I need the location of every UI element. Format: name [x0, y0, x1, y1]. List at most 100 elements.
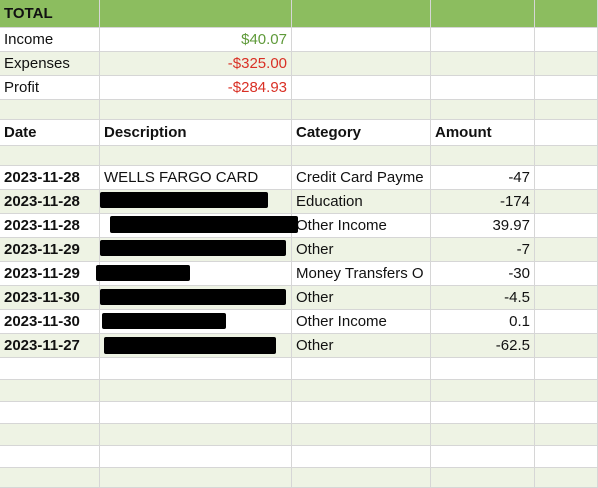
date-cell[interactable]: 2023-11-29 [0, 238, 100, 262]
empty-cell[interactable] [0, 100, 100, 120]
date-cell[interactable]: 2023-11-27 [0, 334, 100, 358]
amount-cell[interactable]: -62.5 [431, 334, 535, 358]
table-row[interactable]: 2023-11-30 Other -4.5 [0, 286, 598, 310]
empty-cell[interactable] [431, 52, 535, 76]
table-row[interactable]: 2023-11-28 Other Income 39.97 [0, 214, 598, 238]
empty-cell[interactable] [431, 380, 535, 402]
empty-cell[interactable] [292, 52, 431, 76]
empty-cell[interactable] [292, 402, 431, 424]
amount-cell[interactable]: -47 [431, 166, 535, 190]
category-cell[interactable]: Other [292, 238, 431, 262]
empty-cell[interactable] [535, 310, 598, 334]
empty-cell[interactable] [292, 76, 431, 100]
empty-cell[interactable] [535, 468, 598, 488]
empty-cell[interactable] [100, 380, 292, 402]
empty-cell[interactable] [292, 380, 431, 402]
empty-cell[interactable] [535, 166, 598, 190]
empty-cell[interactable] [535, 358, 598, 380]
empty-cell[interactable] [100, 402, 292, 424]
empty-cell[interactable] [535, 0, 598, 28]
empty-cell[interactable] [535, 424, 598, 446]
date-column-header[interactable]: Date [0, 120, 100, 146]
amount-cell[interactable]: 39.97 [431, 214, 535, 238]
empty-cell[interactable] [0, 446, 100, 468]
empty-cell[interactable] [431, 146, 535, 166]
date-cell[interactable]: 2023-11-29 [0, 262, 100, 286]
income-row[interactable]: Income $40.07 [0, 28, 598, 52]
empty-cell[interactable] [535, 28, 598, 52]
empty-cell[interactable] [535, 334, 598, 358]
empty-cell[interactable] [535, 286, 598, 310]
empty-cell[interactable] [535, 76, 598, 100]
table-row[interactable]: 2023-11-27 Other -62.5 [0, 334, 598, 358]
amount-cell[interactable]: -174 [431, 190, 535, 214]
empty-row[interactable] [0, 446, 598, 468]
category-cell[interactable]: Credit Card Payme [292, 166, 431, 190]
empty-cell[interactable] [292, 0, 431, 28]
date-cell[interactable]: 2023-11-28 [0, 214, 100, 238]
empty-row[interactable] [0, 468, 598, 488]
empty-cell[interactable] [535, 380, 598, 402]
empty-cell[interactable] [292, 468, 431, 488]
amount-cell[interactable]: -4.5 [431, 286, 535, 310]
category-cell[interactable]: Other [292, 334, 431, 358]
spacer-row[interactable] [0, 100, 598, 120]
empty-cell[interactable] [535, 446, 598, 468]
empty-cell[interactable] [535, 190, 598, 214]
empty-row[interactable] [0, 358, 598, 380]
empty-cell[interactable] [431, 446, 535, 468]
empty-cell[interactable] [0, 146, 100, 166]
amount-cell[interactable]: 0.1 [431, 310, 535, 334]
empty-cell[interactable] [292, 446, 431, 468]
table-row[interactable]: 2023-11-28 WELLS FARGO CARD Credit Card … [0, 166, 598, 190]
table-row[interactable]: 2023-11-29 Money Transfers O -30 [0, 262, 598, 286]
empty-cell[interactable] [100, 146, 292, 166]
total-header-row[interactable]: TOTAL [0, 0, 598, 28]
profit-label[interactable]: Profit [0, 76, 100, 100]
empty-cell[interactable] [0, 468, 100, 488]
profit-value[interactable]: -$284.93 [100, 76, 292, 100]
category-cell[interactable]: Other [292, 286, 431, 310]
column-header-row[interactable]: Date Description Category Amount [0, 120, 598, 146]
empty-cell[interactable] [292, 28, 431, 52]
empty-cell[interactable] [100, 424, 292, 446]
profit-row[interactable]: Profit -$284.93 [0, 76, 598, 100]
category-cell[interactable]: Other Income [292, 310, 431, 334]
expenses-row[interactable]: Expenses -$325.00 [0, 52, 598, 76]
empty-cell[interactable] [431, 424, 535, 446]
empty-cell[interactable] [0, 380, 100, 402]
empty-cell[interactable] [431, 468, 535, 488]
date-cell[interactable]: 2023-11-28 [0, 190, 100, 214]
empty-cell[interactable] [535, 100, 598, 120]
description-column-header[interactable]: Description [100, 120, 292, 146]
empty-row[interactable] [0, 402, 598, 424]
amount-cell[interactable]: -30 [431, 262, 535, 286]
empty-cell[interactable] [535, 52, 598, 76]
income-value[interactable]: $40.07 [100, 28, 292, 52]
empty-cell[interactable] [535, 402, 598, 424]
category-column-header[interactable]: Category [292, 120, 431, 146]
empty-cell[interactable] [431, 76, 535, 100]
empty-cell[interactable] [535, 238, 598, 262]
empty-row[interactable] [0, 424, 598, 446]
empty-cell[interactable] [0, 402, 100, 424]
empty-cell[interactable] [100, 358, 292, 380]
empty-cell[interactable] [431, 358, 535, 380]
category-cell[interactable]: Other Income [292, 214, 431, 238]
spacer-row[interactable] [0, 146, 598, 166]
empty-cell[interactable] [535, 120, 598, 146]
empty-cell[interactable] [292, 146, 431, 166]
empty-cell[interactable] [431, 402, 535, 424]
empty-cell[interactable] [292, 358, 431, 380]
total-title-cell[interactable]: TOTAL [0, 0, 100, 28]
empty-cell[interactable] [431, 28, 535, 52]
empty-cell[interactable] [100, 468, 292, 488]
table-row[interactable]: 2023-11-30 Other Income 0.1 [0, 310, 598, 334]
empty-cell[interactable] [431, 100, 535, 120]
date-cell[interactable]: 2023-11-30 [0, 310, 100, 334]
empty-cell[interactable] [431, 0, 535, 28]
category-cell[interactable]: Education [292, 190, 431, 214]
empty-cell[interactable] [0, 424, 100, 446]
empty-cell[interactable] [0, 358, 100, 380]
income-label[interactable]: Income [0, 28, 100, 52]
